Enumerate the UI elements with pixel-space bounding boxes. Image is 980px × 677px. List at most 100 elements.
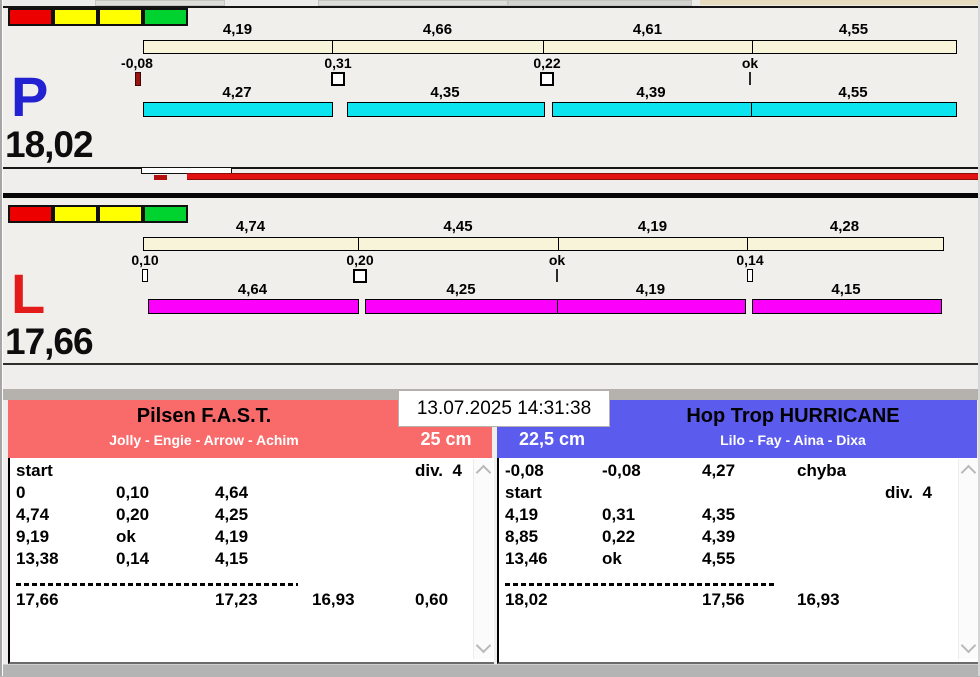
split-marker-label: 0,14 (736, 252, 764, 268)
ruler-segment-value: 4,61 (632, 21, 663, 38)
ruler-segment-value: 4,55 (838, 21, 869, 38)
status-light (98, 8, 143, 26)
results-panel-left[interactable]: start div. 4 0 0,10 4,64 4,74 0,20 4,25 9,19 ok 4,… (8, 458, 494, 664)
ruler-segment-value: 4,28 (829, 218, 860, 235)
bar-segment (751, 102, 957, 117)
split-marker-label: 0,10 (131, 252, 159, 268)
results-cell: 17,23 (215, 590, 258, 609)
window-left-edge (0, 0, 3, 676)
results-cell: start (505, 483, 542, 502)
status-light (53, 205, 98, 223)
bar-segment-value: 4,35 (430, 84, 460, 101)
bar-segment (752, 299, 942, 314)
results-cell: 17,56 (702, 590, 745, 609)
results-cell: 13,46 (505, 549, 548, 568)
ruler-segment (143, 237, 360, 251)
ruler-segment-value: 4,66 (422, 21, 453, 38)
split-marker-label: -0,08 (121, 55, 153, 71)
split-marker-line-icon (749, 72, 751, 85)
results-cell: 18,02 (505, 590, 548, 609)
lane-panel-p: P 18,02 4,19 4,66 4,61 4,55 -0,08 0,31 0,22 ok 4… (0, 1, 980, 169)
bar-segment-value: 4,64 (237, 281, 268, 298)
ruler-segment-value: 4,45 (443, 218, 473, 235)
bar-segment-value: 4,25 (446, 281, 476, 298)
scrollbar-right[interactable] (958, 459, 978, 659)
split-marker-label: ok (741, 55, 759, 71)
bar-segment-value: 4,15 (831, 281, 861, 298)
results-cell: div. 4 (885, 483, 932, 502)
team-name-left: Pilsen F.A.S.T. (136, 405, 272, 427)
split-marker-label: 0,22 (533, 55, 561, 71)
bar-segment (143, 102, 333, 117)
ruler-segment-value: 4,19 (222, 21, 253, 38)
timing-scoreboard-app: { "lanes": [ { "id": "P", "letter": "P",… (0, 0, 980, 677)
results-cell: 0,20 (116, 505, 150, 524)
ruler-segment (558, 237, 749, 251)
bar-segment-value: 4,19 (635, 281, 666, 298)
results-cell: 4,39 (702, 527, 736, 546)
team-players-right: Lilo - Fay - Aina - Dixa (720, 432, 866, 448)
ruler-segment-value: 4,19 (637, 218, 668, 235)
bar-segment (552, 102, 752, 117)
results-cell: 16,93 (312, 590, 355, 609)
window-titlebar-fragment (700, 0, 980, 5)
results-separator (505, 583, 777, 586)
scroll-up-icon[interactable] (960, 464, 977, 481)
progress-bar (187, 173, 980, 180)
split-marker-label: ok (548, 252, 566, 268)
results-cell: div. 4 (415, 461, 462, 480)
status-light (53, 8, 98, 26)
status-light (98, 205, 143, 223)
split-marker-label: 0,31 (324, 55, 352, 71)
results-cell: 0,31 (602, 505, 636, 524)
results-cell: 0,14 (116, 549, 150, 568)
split-marker-box-icon (331, 72, 345, 86)
bar-segment (148, 299, 359, 314)
ruler-segment (143, 40, 334, 54)
progress-fragment (154, 175, 167, 180)
ruler-segment (358, 237, 560, 251)
results-cell: 8,85 (505, 527, 539, 546)
distance-right: 22,5 cm (518, 429, 586, 449)
lane-l-total-time: 17,66 (5, 321, 94, 362)
results-cell: 13,38 (16, 549, 59, 568)
results-cell: 9,19 (16, 527, 50, 546)
results-cell: start (16, 461, 53, 480)
results-cell: -0,08 (602, 461, 641, 480)
panel-top-border (0, 6, 980, 8)
results-cell: 4,25 (215, 505, 249, 524)
results-cell: 4,35 (702, 505, 736, 524)
bar-segment-value: 4,39 (636, 84, 666, 101)
results-panel-right[interactable]: -0,08 -0,08 4,27 chyba start div. 4 4,19 0,31 4,… (497, 458, 979, 664)
bar-segment (557, 299, 746, 314)
results-cell: 4,19 (505, 505, 539, 524)
lane-panel-l: L 17,66 4,74 4,45 4,19 4,28 0,10 0,20 ok 0,14 4,… (0, 193, 980, 365)
bar-segment-value: 4,55 (838, 84, 868, 101)
split-marker-slot-icon (142, 269, 148, 282)
split-marker-slot-icon (747, 269, 753, 282)
results-cell: 0,10 (116, 483, 150, 502)
bar-segment (347, 102, 545, 117)
results-cell: 0,22 (602, 527, 636, 546)
scrollbar-left[interactable] (473, 459, 493, 659)
results-cell: chyba (797, 461, 847, 480)
scroll-down-icon[interactable] (960, 637, 977, 654)
scroll-down-icon[interactable] (475, 637, 492, 654)
datetime-display: 13.07.2025 14:31:38 (398, 390, 610, 427)
bar-segment (365, 299, 559, 314)
results-cell: 4,15 (215, 549, 249, 568)
results-cell: 0 (16, 483, 26, 502)
lane-p-total-time: 18,02 (5, 124, 94, 165)
scroll-up-icon[interactable] (475, 464, 492, 481)
lane-p-letter: P (11, 65, 49, 128)
split-marker-box-icon (353, 269, 367, 283)
results-cell: ok (116, 527, 136, 546)
results-cell: 4,19 (215, 527, 249, 546)
split-marker-tick-icon (135, 72, 141, 86)
status-light (8, 8, 53, 26)
ruler-segment (332, 40, 545, 54)
ruler-segment (752, 40, 957, 54)
results-cell: 17,66 (16, 590, 59, 609)
bar-segment-value: 4,27 (222, 84, 252, 101)
results-cell: 0,60 (415, 590, 449, 609)
